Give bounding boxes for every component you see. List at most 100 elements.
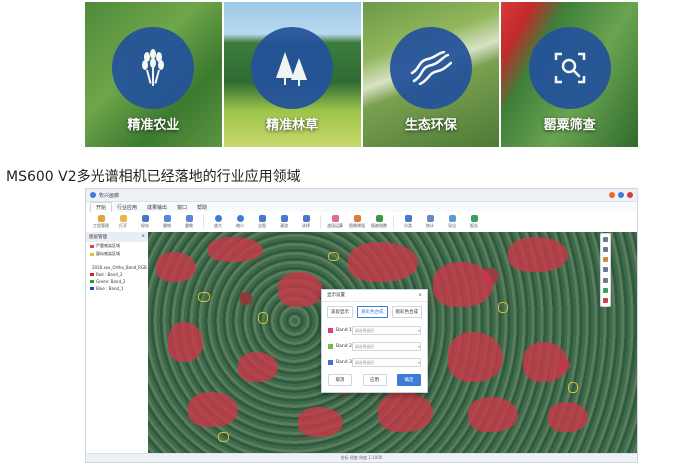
menu-industry[interactable]: 行业应用 bbox=[112, 203, 142, 212]
band-color-swatch bbox=[328, 359, 333, 365]
classify-icon bbox=[404, 215, 412, 222]
tool-vegetation-index[interactable]: 植被指数 bbox=[368, 215, 390, 229]
band-swatch bbox=[90, 287, 94, 290]
ok-button[interactable]: 确定 bbox=[397, 374, 421, 386]
tile-poppy-screening[interactable]: 罂粟筛查 bbox=[501, 2, 638, 147]
select-icon bbox=[302, 215, 310, 222]
layer-item[interactable]: 2020.xxx_Ortho_Band_RGB bbox=[86, 264, 148, 271]
toolbar-separator bbox=[203, 215, 204, 229]
menu-output[interactable]: 成果输出 bbox=[142, 203, 172, 212]
apply-button[interactable]: 应用 bbox=[362, 374, 387, 386]
tool-zoom-out[interactable]: 缩小 bbox=[229, 215, 251, 229]
menu-help[interactable]: 帮助 bbox=[192, 203, 212, 212]
tool-report[interactable]: 报告 bbox=[463, 215, 485, 229]
tile-circle bbox=[112, 26, 195, 109]
project-icon bbox=[97, 215, 105, 222]
chevron-down-icon: ▾ bbox=[418, 359, 420, 365]
layer-swatch bbox=[90, 252, 94, 256]
menu-start[interactable]: 开始 bbox=[90, 202, 113, 212]
dialog-buttons: 取消 应用 确定 bbox=[322, 370, 427, 390]
tool-project[interactable]: 工程管理 bbox=[90, 215, 112, 229]
zoom-in-icon bbox=[214, 215, 222, 222]
tab-true-color[interactable]: 真彩色合成 bbox=[357, 306, 388, 318]
chart-icon bbox=[470, 215, 478, 222]
toolbar-separator bbox=[393, 215, 394, 229]
caption-text: MS600 V2多光谱相机已经落地的行业应用领域 bbox=[6, 169, 301, 185]
dialog-tabs: 波段显示 真彩色合成 假彩色合成 bbox=[322, 302, 427, 322]
zoom-out-icon[interactable] bbox=[603, 246, 608, 252]
enhance-icon bbox=[353, 215, 361, 222]
measure-icon[interactable] bbox=[603, 267, 608, 273]
toolbar-separator bbox=[320, 215, 321, 229]
tool-pan[interactable]: 漫游 bbox=[273, 215, 295, 229]
tool-undo[interactable]: 撤销 bbox=[156, 215, 178, 229]
layers-icon[interactable] bbox=[603, 288, 608, 294]
software-window: 牧兴画廊 开始 行业应用 成果输出 窗口 帮助 工程管理 打开 保存 撤销 重做… bbox=[85, 188, 638, 463]
chevron-down-icon: ▾ bbox=[418, 343, 420, 349]
tool-select[interactable]: 选择 bbox=[295, 215, 317, 229]
tool-statistics[interactable]: 统计 bbox=[419, 215, 441, 229]
tile-label: 精准林草 bbox=[266, 118, 319, 133]
full-extent-icon bbox=[258, 215, 266, 222]
map-tool-strip bbox=[600, 233, 611, 307]
tile-precision-forestry[interactable]: 精准林草 bbox=[223, 2, 361, 147]
band-swatch bbox=[90, 273, 94, 276]
band-row: Band 3 请选择波段 ▾ bbox=[322, 354, 427, 370]
layer-item[interactable]: 疑似感染区域 bbox=[86, 250, 148, 258]
band-select[interactable]: 请选择波段 ▾ bbox=[352, 325, 421, 335]
tab-false-color[interactable]: 假彩色合成 bbox=[391, 306, 422, 318]
band-color-swatch bbox=[328, 343, 333, 349]
pencil-icon[interactable] bbox=[603, 257, 608, 263]
layer-item[interactable]: 严重感染区域 bbox=[86, 242, 148, 250]
maximize-icon[interactable] bbox=[618, 192, 624, 198]
close-icon[interactable] bbox=[627, 192, 633, 198]
pine-trees-icon bbox=[276, 51, 308, 86]
redo-icon bbox=[185, 215, 193, 222]
tool-band-math[interactable]: 波段运算 bbox=[324, 215, 346, 229]
river-icon bbox=[410, 50, 452, 85]
close-icon[interactable]: × bbox=[141, 234, 145, 240]
band-select[interactable]: 请选择波段 ▾ bbox=[352, 357, 421, 367]
tab-band-display[interactable]: 波段显示 bbox=[327, 306, 353, 318]
tile-eco-protection[interactable]: 生态环保 bbox=[362, 2, 500, 147]
dialog-close-icon[interactable]: × bbox=[418, 290, 422, 301]
band-row: Band 1 请选择波段 ▾ bbox=[322, 322, 427, 338]
tool-zoom-in[interactable]: 放大 bbox=[207, 215, 229, 229]
tool-open[interactable]: 打开 bbox=[112, 215, 134, 229]
tool-enhance[interactable]: 图像增强 bbox=[346, 215, 368, 229]
tile-label: 生态环保 bbox=[404, 118, 457, 133]
minimize-icon[interactable] bbox=[609, 192, 615, 198]
band-swatch bbox=[90, 280, 94, 283]
band-item: Blue : Band_1 bbox=[86, 285, 148, 292]
menu-window[interactable]: 窗口 bbox=[172, 203, 192, 212]
chevron-down-icon: ▾ bbox=[418, 327, 420, 333]
band-select[interactable]: 请选择波段 ▾ bbox=[352, 341, 421, 351]
pan-icon bbox=[280, 215, 288, 222]
tool-redo[interactable]: 重做 bbox=[178, 215, 200, 229]
magnify-icon bbox=[554, 52, 585, 83]
tool-save[interactable]: 保存 bbox=[134, 215, 156, 229]
band-item: Red : Band_3 bbox=[86, 271, 148, 278]
status-bar: 坐标 经度 纬度 1:1000 bbox=[86, 453, 637, 462]
tool-export[interactable]: 导出 bbox=[441, 215, 463, 229]
zoom-in-icon[interactable] bbox=[603, 236, 608, 242]
band-item: Green: Band_2 bbox=[86, 278, 148, 285]
undo-icon bbox=[163, 215, 171, 222]
delete-icon[interactable] bbox=[603, 298, 608, 304]
tool-classify[interactable]: 分类 bbox=[397, 215, 419, 229]
cancel-button[interactable]: 取消 bbox=[328, 374, 352, 386]
tile-circle bbox=[251, 26, 334, 109]
tile-circle bbox=[389, 26, 472, 109]
tile-label: 罂粟筛查 bbox=[543, 118, 596, 133]
tile-circle bbox=[528, 26, 611, 109]
band-math-icon bbox=[331, 215, 339, 222]
refresh-icon[interactable] bbox=[603, 277, 608, 283]
band-color-swatch bbox=[328, 327, 333, 333]
banner-tiles: 精准农业 精准林草 生态环保 罂粟筛查 bbox=[85, 2, 638, 147]
tile-precision-agriculture[interactable]: 精准农业 bbox=[85, 2, 222, 147]
wheat-icon bbox=[142, 48, 165, 86]
tool-full-extent[interactable]: 全图 bbox=[251, 215, 273, 229]
statistics-icon bbox=[426, 215, 434, 222]
folder-icon bbox=[119, 215, 127, 222]
dialog-title: 显示设置 bbox=[327, 293, 345, 298]
